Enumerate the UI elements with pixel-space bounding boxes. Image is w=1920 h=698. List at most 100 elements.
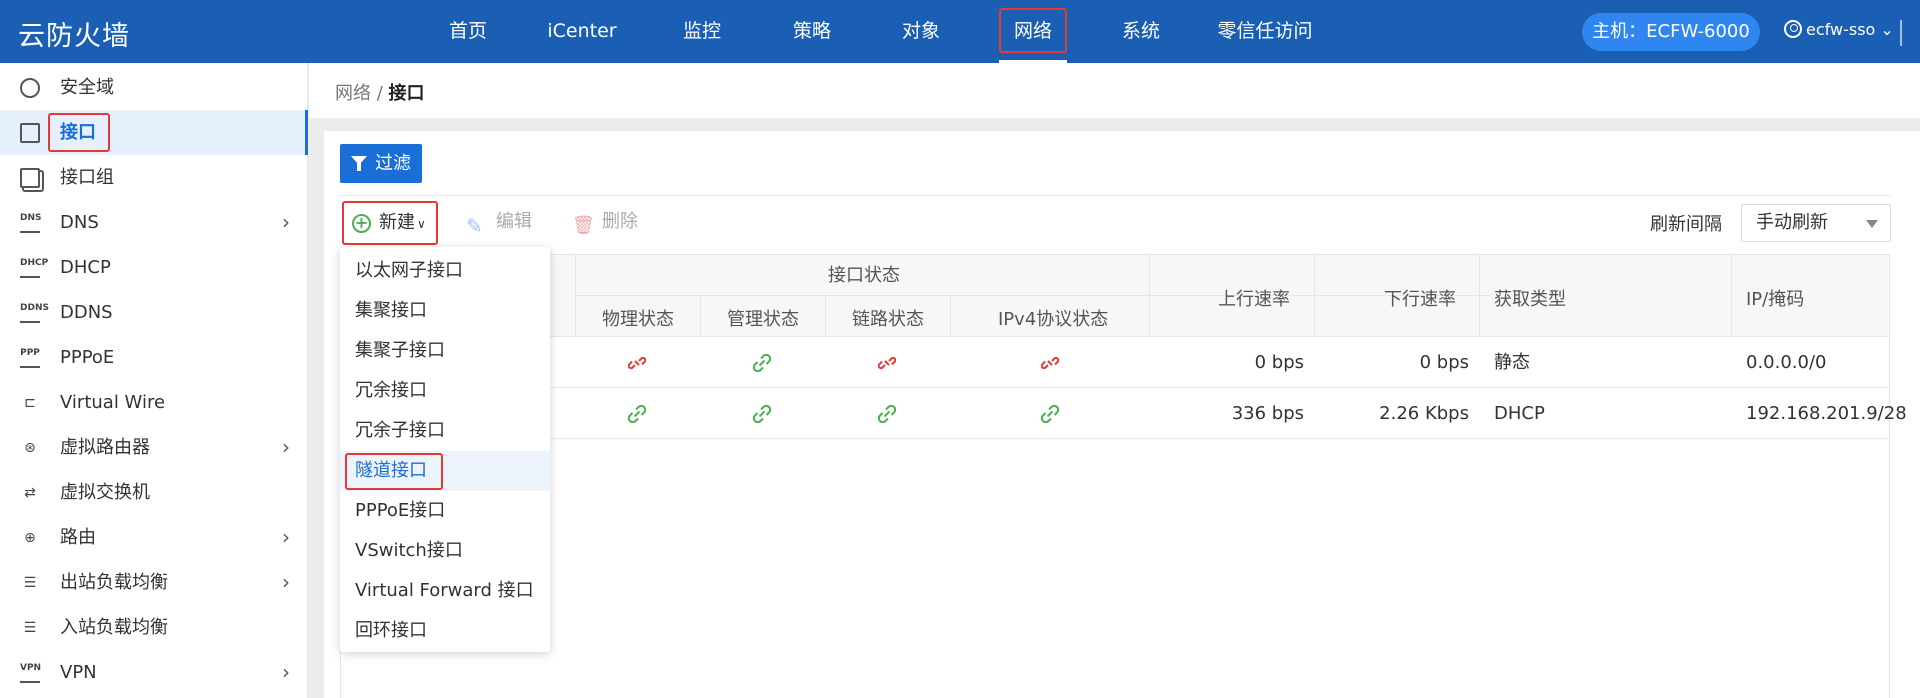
nav-network[interactable]: 网络 xyxy=(999,0,1067,63)
upload-rate-cell: 336 bps xyxy=(1231,403,1304,424)
delete-label: 删除 xyxy=(602,211,638,232)
nav-object[interactable]: 对象 xyxy=(893,0,949,63)
nav-policy[interactable]: 策略 xyxy=(784,0,840,63)
interface-icon xyxy=(20,123,40,143)
chevron-right-icon: › xyxy=(282,660,290,684)
host-badge[interactable]: 主机：ECFW-6000 xyxy=(1582,13,1760,51)
sidebar-item-outbound-lb[interactable]: ☰ 出站负载均衡 › xyxy=(0,560,308,605)
upload-rate-cell: 0 bps xyxy=(1254,352,1304,373)
sidebar-item-interface-group[interactable]: 接口组 xyxy=(0,155,308,200)
menu-item-aggregate-interface[interactable]: 集聚接口 xyxy=(340,291,550,331)
route-icon: ⊕ xyxy=(24,530,36,546)
top-navigation-bar: 云防火墙 首页 iCenter 监控 策略 对象 网络 系统 零信任访问 主机：… xyxy=(0,0,1920,63)
acquire-type-cell: 静态 xyxy=(1494,352,1530,373)
menu-item-virtual-forward-interface[interactable]: Virtual Forward 接口 xyxy=(340,571,550,611)
highlight-box xyxy=(345,453,443,490)
inbound-lb-icon: ☰ xyxy=(23,620,37,636)
sidebar-item-label: Virtual Wire xyxy=(60,392,166,413)
outbound-lb-icon: ☰ xyxy=(23,575,37,591)
acquire-type-cell: DHCP xyxy=(1494,403,1545,424)
download-rate-cell: 0 bps xyxy=(1419,352,1469,373)
sidebar-item-security-zone[interactable]: 安全域 xyxy=(0,65,308,110)
sidebar-item-dns[interactable]: DNS DNS › xyxy=(0,200,308,245)
filter-label: 过滤 xyxy=(375,153,411,174)
nav-zero-trust[interactable]: 零信任访问 xyxy=(1205,0,1325,63)
virtual-switch-icon: ⇄ xyxy=(24,485,36,501)
nav-system[interactable]: 系统 xyxy=(1113,0,1169,63)
shield-icon xyxy=(20,78,40,98)
sidebar-item-label: 入站负载均衡 xyxy=(60,617,168,638)
breadcrumb-parent[interactable]: 网络 / xyxy=(335,83,389,104)
column-header-download-rate: 下行速率 xyxy=(1384,289,1456,310)
dhcp-icon: DHCP xyxy=(20,258,48,278)
menu-item-redundant-interface[interactable]: 冗余接口 xyxy=(340,371,550,411)
sidebar-item-label: DDNS xyxy=(60,302,113,323)
ddns-icon: DDNS xyxy=(20,303,49,323)
user-menu[interactable]: ecfw-sso ⌄ xyxy=(1784,20,1894,39)
sidebar-item-pppoe[interactable]: PPP PPPoE xyxy=(0,335,308,380)
ip-mask-cell: 0.0.0.0/0 xyxy=(1746,352,1827,373)
sidebar-item-inbound-lb[interactable]: ☰ 入站负载均衡 xyxy=(0,605,308,650)
table-row[interactable]: 336 bps 2.26 Kbps DHCP 192.168.201.9/28 xyxy=(341,388,1907,439)
nav-home[interactable]: 首页 xyxy=(440,0,496,63)
sidebar-item-label: 接口组 xyxy=(60,167,114,188)
sidebar-item-virtual-switch[interactable]: ⇄ 虚拟交换机 xyxy=(0,470,308,515)
menu-item-ethernet-subinterface[interactable]: 以太网子接口 xyxy=(340,251,550,291)
refresh-interval-label: 刷新间隔 xyxy=(1650,214,1722,235)
column-header-admin-status: 管理状态 xyxy=(727,309,799,330)
menu-item-loopback-interface[interactable]: 回环接口 xyxy=(340,611,550,651)
menu-item-redundant-subinterface[interactable]: 冗余子接口 xyxy=(340,411,550,451)
nav-monitor[interactable]: 监控 xyxy=(674,0,730,63)
column-header-ipv4-status: IPv4协议状态 xyxy=(998,309,1109,330)
sidebar-item-label: 接口 xyxy=(60,122,96,143)
divider xyxy=(950,295,951,337)
sidebar-item-label: VPN xyxy=(60,662,97,683)
divider xyxy=(1900,20,1920,46)
sidebar-item-label: PPPoE xyxy=(60,347,115,368)
divider xyxy=(1314,255,1315,337)
menu-item-tunnel-interface[interactable]: 隧道接口 xyxy=(340,451,550,491)
menu-item-pppoe-interface[interactable]: PPPoE接口 xyxy=(340,491,550,531)
link-icon xyxy=(753,354,771,372)
edit-button[interactable]: ✎ 编辑 xyxy=(466,207,532,238)
chevron-right-icon: › xyxy=(282,570,290,594)
menu-item-aggregate-subinterface[interactable]: 集聚子接口 xyxy=(340,331,550,371)
table-row[interactable]: 0 bps 0 bps 静态 0.0.0.0/0 xyxy=(341,337,1889,388)
sidebar-item-virtual-wire[interactable]: ⊏ Virtual Wire xyxy=(0,380,308,425)
plus-circle-icon: + xyxy=(352,214,371,233)
sidebar-item-label: 虚拟交换机 xyxy=(60,482,150,503)
refresh-interval-select[interactable]: 手动刷新 xyxy=(1741,204,1891,242)
delete-button[interactable]: 🗑 删除 xyxy=(572,207,638,237)
link-broken-icon xyxy=(628,356,646,370)
sidebar-item-label: 安全域 xyxy=(60,77,114,98)
sidebar-item-interface[interactable]: 接口 xyxy=(0,110,308,155)
breadcrumb-current: 接口 xyxy=(388,83,425,104)
sidebar-item-virtual-router[interactable]: ⊛ 虚拟路由器 › xyxy=(0,425,308,470)
link-icon xyxy=(878,405,896,423)
sidebar-item-dhcp[interactable]: DHCP DHCP xyxy=(0,245,308,290)
nav-icenter[interactable]: iCenter xyxy=(547,0,617,63)
sidebar-item-ddns[interactable]: DDNS DDNS xyxy=(0,290,308,335)
filter-button[interactable]: 过滤 xyxy=(340,144,422,183)
sidebar-item-vpn[interactable]: VPN VPN › xyxy=(0,650,308,695)
divider xyxy=(340,195,1890,196)
sidebar-item-label: DHCP xyxy=(60,257,111,278)
sidebar-item-route[interactable]: ⊕ 路由 › xyxy=(0,515,308,560)
new-button[interactable]: + 新建 ∨ xyxy=(342,201,438,245)
chevron-right-icon: › xyxy=(282,210,290,234)
divider xyxy=(1149,255,1150,337)
menu-item-vswitch-interface[interactable]: VSwitch接口 xyxy=(340,531,550,571)
link-broken-icon xyxy=(1041,356,1059,370)
divider xyxy=(700,295,701,337)
link-broken-icon xyxy=(878,356,896,370)
column-header-upload-rate: 上行速率 xyxy=(1218,289,1290,310)
column-header-ip-mask: IP/掩码 xyxy=(1746,289,1805,310)
new-label: 新建 xyxy=(379,212,415,233)
divider xyxy=(575,255,576,337)
breadcrumb-bar: 网络 / 接口 xyxy=(309,63,1920,118)
divider xyxy=(575,295,1490,296)
sidebar-item-label: 虚拟路由器 xyxy=(60,437,150,458)
user-name: ecfw-sso xyxy=(1806,20,1876,39)
column-header-acquire-type: 获取类型 xyxy=(1494,289,1566,310)
filter-icon xyxy=(351,156,367,171)
